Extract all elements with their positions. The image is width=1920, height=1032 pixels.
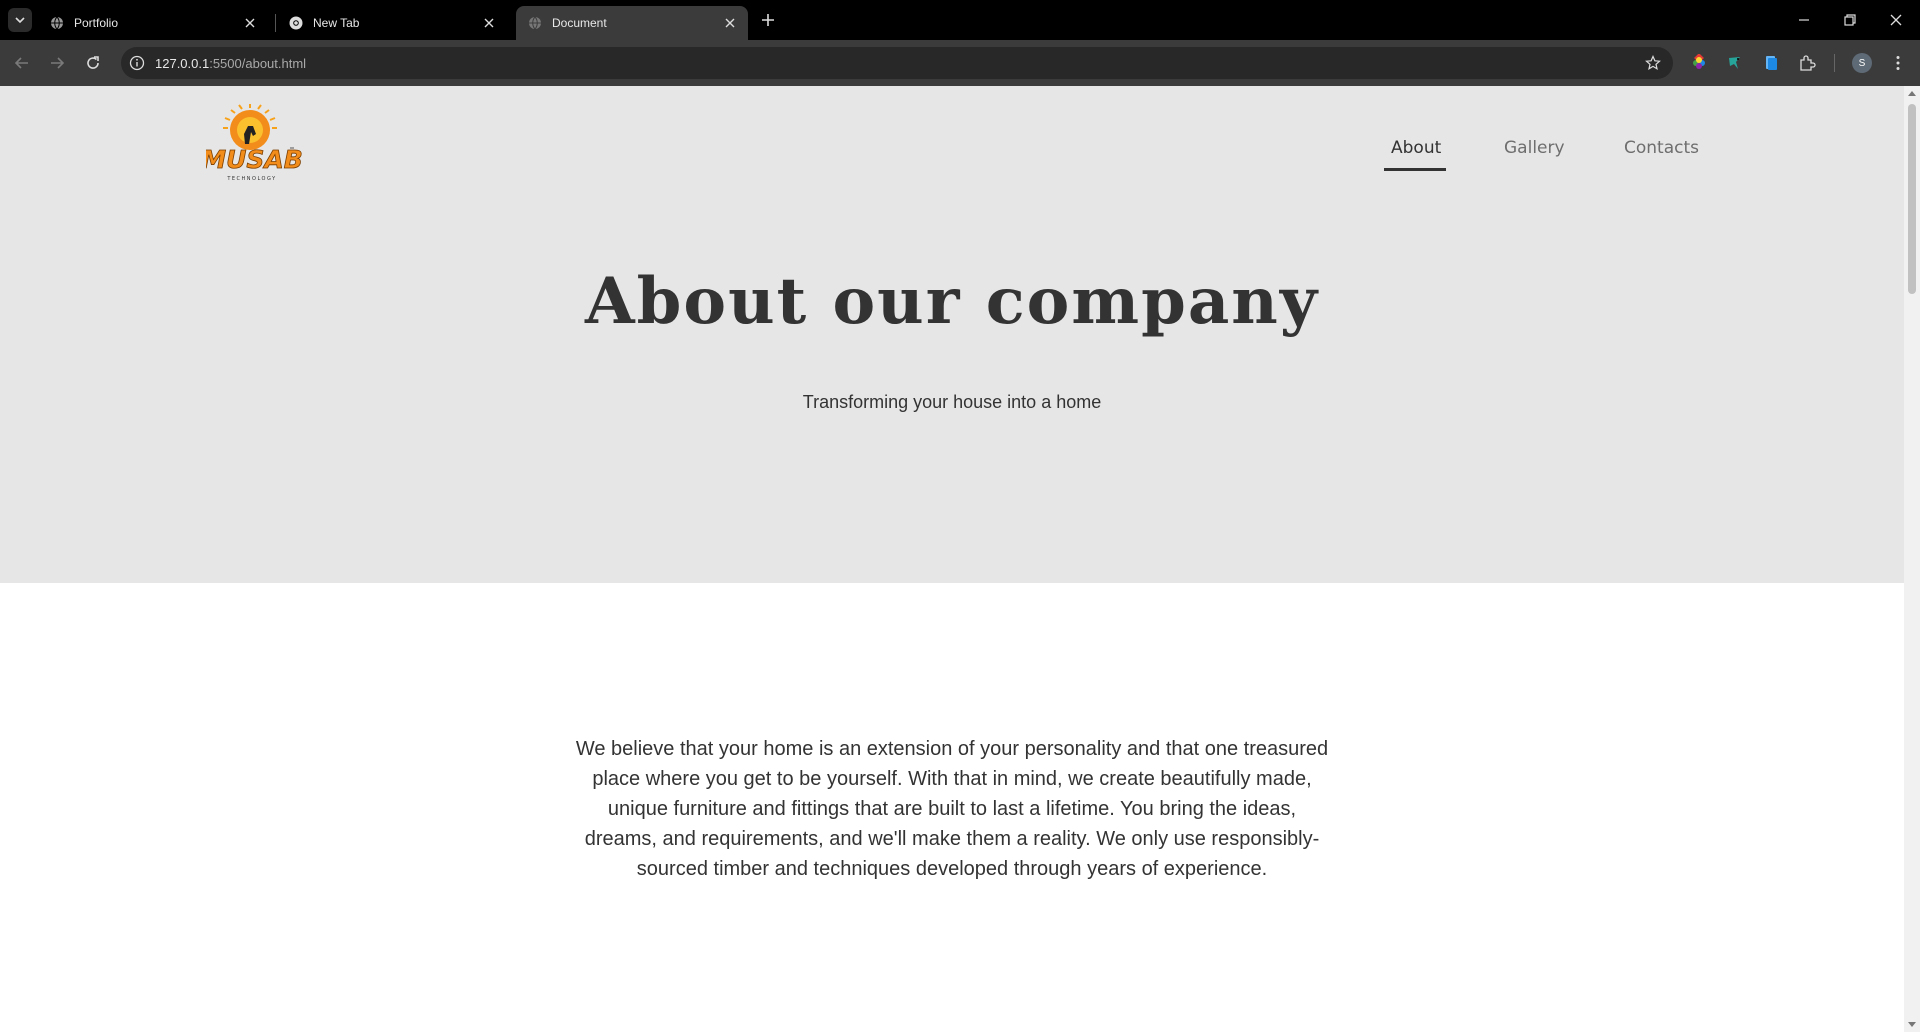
arrow-right-icon — [51, 57, 65, 69]
page-title: About our company — [585, 264, 1319, 339]
tab-title: New Tab — [313, 16, 360, 30]
tab-title: Portfolio — [74, 16, 119, 30]
about-paragraph: We believe that your home is an extensio… — [575, 738, 1329, 880]
url-path: :5500/about.html — [209, 55, 307, 71]
nav-contacts[interactable]: Contacts — [1624, 138, 1699, 158]
document-extension-icon[interactable] — [1762, 54, 1780, 72]
chrome-icon — [289, 16, 303, 30]
tab-document[interactable]: Document — [516, 6, 748, 40]
toolbar-divider — [1834, 54, 1835, 72]
close-icon[interactable] — [720, 13, 740, 33]
star-icon[interactable] — [1645, 55, 1661, 71]
hero-section: MUSAB TECHNOLOGY About Gallery Contacts … — [0, 86, 1904, 583]
color-picker-extension-icon[interactable] — [1690, 54, 1708, 72]
tab-search-button[interactable] — [8, 8, 32, 32]
forward-button[interactable] — [45, 51, 69, 75]
reload-button[interactable] — [81, 51, 105, 75]
tab-title: Document — [552, 16, 607, 30]
browser-tab-bar: Portfolio New Tab Document — [0, 0, 1920, 40]
arrow-left-icon — [14, 57, 28, 69]
page-viewport: MUSAB TECHNOLOGY About Gallery Contacts … — [0, 86, 1904, 1032]
puzzle-icon[interactable] — [1798, 54, 1816, 72]
tab-portfolio[interactable]: Portfolio — [38, 6, 268, 40]
minimize-button[interactable] — [1792, 8, 1816, 32]
restore-button[interactable] — [1838, 8, 1862, 32]
profile-avatar[interactable]: S — [1852, 53, 1872, 73]
nav-about[interactable]: About — [1391, 138, 1441, 158]
scroll-down-arrow[interactable] — [1908, 1022, 1916, 1027]
url-host: 127.0.0.1 — [155, 55, 210, 71]
back-button[interactable] — [10, 51, 34, 75]
address-bar[interactable]: 127.0.0.1:5500/about.html — [121, 47, 1673, 79]
chevron-down-icon — [15, 17, 25, 24]
browser-toolbar: 127.0.0.1:5500/about.html S — [0, 40, 1920, 86]
scroll-up-arrow[interactable] — [1908, 91, 1916, 96]
nav-gallery[interactable]: Gallery — [1504, 138, 1565, 158]
close-window-button[interactable] — [1884, 8, 1908, 32]
nav-active-indicator — [1384, 168, 1446, 171]
kebab-menu-icon[interactable] — [1889, 54, 1907, 72]
globe-icon — [51, 16, 63, 30]
new-tab-button[interactable] — [758, 10, 778, 30]
url-text[interactable]: 127.0.0.1:5500/about.html — [155, 56, 306, 71]
restore-icon — [1844, 14, 1856, 26]
tab-new-tab[interactable]: New Tab — [277, 6, 507, 40]
globe-icon — [529, 16, 541, 30]
page-scrollbar[interactable] — [1904, 86, 1920, 1032]
svg-text:MUSAB: MUSAB — [206, 145, 303, 174]
bird-extension-icon[interactable] — [1726, 54, 1744, 72]
close-icon[interactable] — [240, 13, 260, 33]
company-logo[interactable]: MUSAB TECHNOLOGY — [206, 104, 304, 188]
scrollbar-thumb[interactable] — [1908, 104, 1916, 294]
plus-icon — [762, 14, 774, 26]
svg-text:TECHNOLOGY: TECHNOLOGY — [226, 176, 276, 182]
close-icon[interactable] — [479, 13, 499, 33]
close-icon — [1890, 14, 1902, 26]
tab-divider — [275, 14, 276, 32]
reload-icon — [87, 56, 99, 69]
page-subtitle: Transforming your house into a home — [802, 392, 1102, 412]
info-icon[interactable] — [129, 55, 145, 71]
minimize-icon — [1799, 19, 1809, 21]
